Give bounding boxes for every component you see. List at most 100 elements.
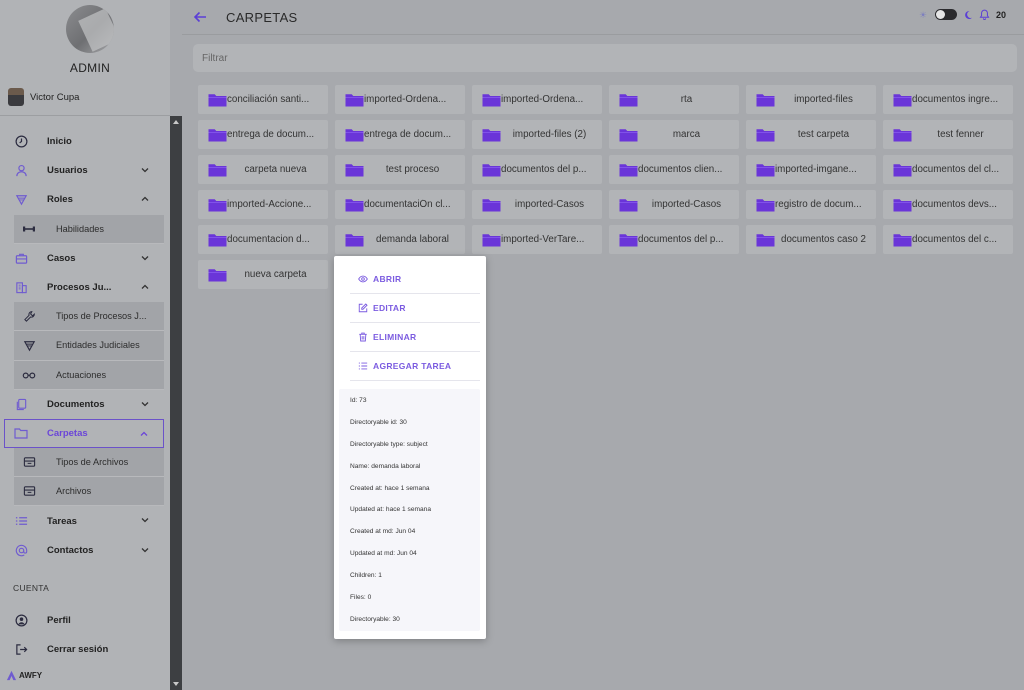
archive-icon [22,455,36,469]
folder-card[interactable]: marca [609,120,739,149]
documents-icon [14,397,28,411]
folder-card[interactable]: documentos devs... [883,190,1013,219]
shield-icon [22,338,36,352]
folder-icon [756,163,775,176]
user-row[interactable]: Victor Cupa [8,88,79,106]
sidebar-item-roles[interactable]: Roles [0,185,164,214]
folder-card[interactable]: documentos clien... [609,155,739,184]
folder-card[interactable]: conciliación santi... [198,85,328,114]
folder-card[interactable]: nueva carpeta [198,260,328,289]
folder-card[interactable]: imported-Accione... [198,190,328,219]
edit-action[interactable]: EDITAR [350,294,480,323]
folder-card[interactable]: carpeta nueva [198,155,328,184]
sidebar-item-label: Archivos [56,486,92,497]
sidebar-item-contactos[interactable]: Contactos [0,536,164,565]
folder-card[interactable]: documentos del cl... [883,155,1013,184]
sidebar: ADMIN Victor Cupa Inicio Usuarios Roles [0,0,170,690]
folder-card[interactable]: registro de docum... [746,190,876,219]
sidebar-item-documentos[interactable]: Documentos [0,390,164,419]
folder-card[interactable]: entrega de docum... [198,120,328,149]
folder-icon [893,198,912,211]
sidebar-item-carpetas[interactable]: Carpetas [4,418,164,449]
folder-card[interactable]: demanda laboral [335,225,465,254]
folder-card[interactable]: imported-Casos [609,190,739,219]
folder-name: documentacion d... [227,234,310,245]
bell-icon[interactable] [979,9,990,20]
folder-name: carpeta nueva [244,164,307,175]
folder-card[interactable]: imported-Ordena... [472,85,602,114]
folder-card[interactable]: imported-Ordena... [335,85,465,114]
folder-card[interactable]: documentos del c... [883,225,1013,254]
folder-card[interactable]: imported-files [746,85,876,114]
folder-card[interactable]: documentos del p... [472,155,602,184]
trash-icon [359,332,367,342]
sidebar-scrollbar[interactable] [170,116,182,690]
folder-name: documentos ingre... [912,94,999,105]
folder-card[interactable]: test proceso [335,155,465,184]
folder-name: marca [672,129,701,140]
add-task-action[interactable]: AGREGAR TAREA [350,352,480,381]
open-action[interactable]: ABRIR [350,265,480,294]
scroll-up-arrow-icon[interactable] [173,120,179,124]
folder-name: test carpeta [797,129,850,140]
folder-card[interactable]: rta [609,85,739,114]
detail-line: Files: 0 [350,594,372,602]
sidebar-item-procesos-judiciales[interactable]: Procesos Ju... [0,273,164,302]
sidebar-item-label: Contactos [47,544,94,556]
detail-line: Directoryable type: subject [350,440,428,448]
sidebar-item-entidades-judiciales[interactable]: Entidades Judiciales [14,331,164,361]
folder-card[interactable]: imported-VerTare... [472,225,602,254]
folder-card[interactable]: documentaciÓn cl... [335,190,465,219]
folder-icon [482,163,501,176]
sidebar-item-usuarios[interactable]: Usuarios [0,156,164,185]
action-label: EDITAR [373,303,406,313]
folder-card[interactable]: documentos ingre... [883,85,1013,114]
detail-line: Directoryable: 30 [350,615,400,623]
delete-action[interactable]: ELIMINAR [350,323,480,352]
theme-toggle[interactable] [934,9,957,20]
folder-icon [208,93,227,106]
sidebar-menu: Inicio Usuarios Roles Habilidades Casos … [0,127,164,565]
admin-avatar[interactable] [66,5,114,53]
folder-card[interactable]: documentacion d... [198,225,328,254]
folder-card[interactable]: imported-files (2) [472,120,602,149]
sidebar-item-archivos[interactable]: Archivos [14,477,164,507]
dumbbell-icon [22,222,36,236]
filter-input[interactable] [193,44,1017,72]
folder-card[interactable]: documentos del p... [609,225,739,254]
sidebar-item-casos[interactable]: Casos [0,244,164,273]
folder-icon [482,93,501,106]
list-icon [358,362,368,370]
sun-icon: ☀ [918,9,928,20]
folder-card[interactable]: imported-imgane... [746,155,876,184]
folder-name: documentos del p... [638,234,724,245]
folder-name: entrega de docum... [227,129,315,140]
briefcase-icon [14,251,28,265]
folder-grid: conciliación santi... imported-Ordena...… [198,85,1016,289]
folder-card[interactable]: test fenner [883,120,1013,149]
folder-name: documentos del c... [912,234,997,245]
folder-icon [482,233,501,246]
chevron-down-icon [141,255,149,261]
folder-icon [619,233,638,246]
sidebar-item-tipos-de-procesos[interactable]: Tipos de Procesos J... [14,302,164,332]
sidebar-item-cerrar-sesion[interactable]: Cerrar sesión [0,635,164,664]
sidebar-item-inicio[interactable]: Inicio [0,127,164,156]
sidebar-item-tareas[interactable]: Tareas [0,506,164,535]
sidebar-item-tipos-de-archivos[interactable]: Tipos de Archivos [14,448,164,478]
folder-icon [345,93,364,106]
detail-line: Children: 1 [350,572,382,580]
folder-card[interactable]: test carpeta [746,120,876,149]
list-icon [14,514,28,528]
sidebar-item-actuaciones[interactable]: Actuaciones [14,360,164,390]
chevron-down-icon [141,518,149,523]
folder-card[interactable]: entrega de docum... [335,120,465,149]
back-arrow-icon[interactable] [192,9,208,25]
folder-card[interactable]: documentos caso 2 [746,225,876,254]
scroll-down-arrow-icon[interactable] [173,682,179,686]
sidebar-item-perfil[interactable]: Perfil [0,606,164,635]
sidebar-item-habilidades[interactable]: Habilidades [14,214,164,244]
logo-text: AWFY [19,671,43,680]
eye-icon [358,275,368,283]
folder-card[interactable]: imported-Casos [472,190,602,219]
